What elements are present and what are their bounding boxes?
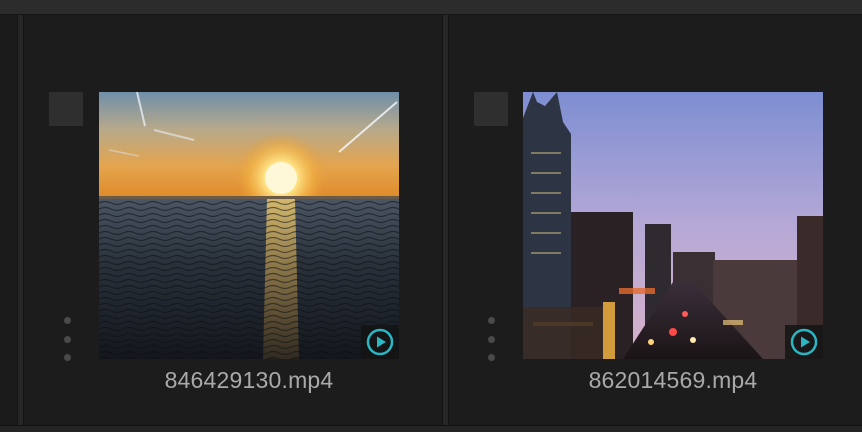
city-street-dusk-thumbnail[interactable] — [523, 92, 823, 359]
file-name-label: 846429130.mp4 — [164, 367, 334, 393]
play-badge[interactable] — [361, 325, 399, 359]
sunset-image — [99, 92, 399, 359]
column-divider — [442, 15, 449, 425]
play-icon — [366, 328, 394, 356]
top-toolbar-strip — [0, 0, 862, 15]
sunset-over-water-thumbnail[interactable] — [99, 92, 399, 359]
file-name-label: 862014569.mp4 — [588, 367, 758, 393]
select-checkbox[interactable] — [49, 92, 83, 126]
play-badge[interactable] — [785, 325, 823, 359]
city-image — [523, 92, 823, 359]
column-divider — [17, 15, 24, 425]
drag-handle-icon[interactable] — [486, 317, 496, 361]
drag-handle-icon[interactable] — [62, 317, 72, 361]
media-grid: 846429130.mp4 862014569.mp4 — [0, 15, 862, 425]
select-checkbox[interactable] — [474, 92, 508, 126]
media-tile[interactable]: 862014569.mp4 — [449, 15, 862, 425]
play-icon — [790, 328, 818, 356]
media-tile[interactable]: 846429130.mp4 — [24, 15, 442, 425]
